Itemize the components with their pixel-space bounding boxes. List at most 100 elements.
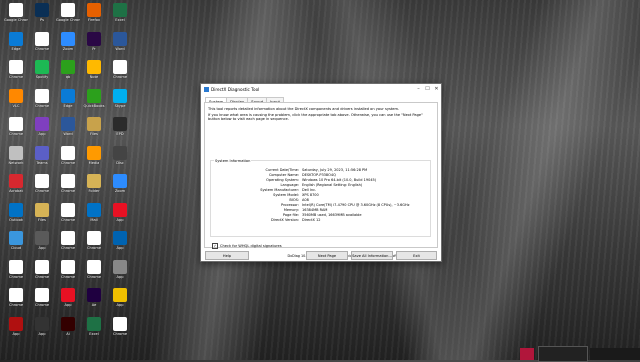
desktop-icon[interactable]: EPD [108,117,132,149]
app-icon [61,259,75,274]
desktop-icon[interactable]: Folder [82,174,106,206]
desktop-icon[interactable]: App [30,316,54,349]
app-icon [35,174,49,188]
desktop-icon[interactable]: Google Chrome [4,3,28,35]
desktop-icon[interactable]: Edge [4,31,28,64]
desktop-icon[interactable]: App [30,117,54,149]
desktop-icon[interactable]: Ps [30,3,54,35]
desktop-icon[interactable]: App [108,259,132,292]
desktop-icon[interactable]: Word [108,31,132,64]
desktop-icon-label: App [12,331,20,336]
desktop-icon[interactable]: Chrome [30,88,54,121]
app-icon [113,88,127,103]
info-value: DirectX 12 [302,218,321,222]
desktop-icon[interactable]: Excel [108,3,132,35]
info-key: DirectX Version: [270,218,299,222]
desktop-icon[interactable]: Chrome [56,145,80,178]
desktop-icon[interactable]: Word [56,117,80,149]
desktop-icon[interactable]: Ae [82,288,106,320]
desktop-icon[interactable]: Cloud [4,231,28,263]
app-icon [35,145,49,160]
desktop-icon-label: Chrome [8,132,24,136]
desktop-icon-label: Zoom [114,189,126,193]
minimize-button[interactable]: – [414,84,423,94]
app-icon [61,288,75,302]
desktop-icon[interactable]: Mail [82,202,106,235]
desktop-icon[interactable]: Skype [108,88,132,121]
close-button[interactable]: ✕ [432,84,441,94]
desktop-icon[interactable]: Media [82,145,106,178]
app-icon [113,316,127,331]
desktop-icon[interactable]: Chrome [108,316,132,349]
desktop-icon[interactable]: Files [30,202,54,235]
desktop-icon[interactable]: Chrome [30,174,54,206]
next-page-button[interactable]: Next Page [306,251,348,260]
app-icon [61,174,75,188]
desktop-icon-label: App [116,303,124,307]
desktop-icon[interactable]: Outlook [4,202,28,235]
desktop-icon[interactable]: App [4,316,28,349]
desktop-icon[interactable]: Chrome [4,60,28,92]
desktop-icon[interactable]: App [108,231,132,263]
app-icon [35,117,49,131]
whql-check[interactable]: ✓ Check for WHQL digital signatures [212,243,282,249]
desktop-icon[interactable]: Note [82,60,106,92]
desktop-icon[interactable]: QuickBooks [82,88,106,121]
desktop-icon[interactable]: VLC [4,88,28,121]
maximize-button[interactable]: ☐ [423,84,432,94]
desktop-icon[interactable]: Chrome [108,60,132,92]
desktop-icon[interactable]: App [56,288,80,320]
desktop-icon[interactable]: Chrome [30,31,54,64]
desktop-icon[interactable]: Chrome [56,231,80,263]
desktop-icon-label: Chrome [86,274,102,279]
desktop-icon-label: Files [90,132,98,136]
desktop-icon[interactable]: Google Chrome [56,3,80,35]
save-all-information-button[interactable]: Save All Information... [351,251,393,260]
desktop-icon[interactable]: Chrome [30,288,54,320]
desktop-icon[interactable]: Pr [82,31,106,64]
desktop-icon[interactable]: App [30,231,54,263]
desktop-icon[interactable]: Network [4,145,28,178]
app-icon [113,31,127,46]
tray-app-icon[interactable] [520,348,534,360]
app-icon [113,174,127,188]
desktop-icon[interactable]: Chrome [4,117,28,149]
desktop-icon[interactable]: Teams [30,145,54,178]
desktop-icon[interactable]: Chrome [56,202,80,235]
desktop-icon[interactable]: Zoom [56,31,80,64]
desktop-icon[interactable]: Spotify [30,60,54,92]
desktop-icon[interactable]: Files [82,117,106,149]
app-icon [9,202,23,217]
desktop-icon[interactable]: Acrobat [4,174,28,206]
app-icon [87,31,101,46]
desktop-icon[interactable]: Chrome [4,259,28,292]
desktop-icon[interactable]: Chrome [56,174,80,206]
desktop-icon[interactable]: Zoom [108,174,132,206]
help-button[interactable]: Help [205,251,249,260]
desktop-icon[interactable]: App [108,288,132,320]
app-icon [9,88,23,103]
title-bar[interactable]: DirectX Diagnostic Tool – ☐ ✕ [201,84,441,94]
desktop-icon[interactable]: App [108,202,132,235]
desktop-icon[interactable]: Chrome [82,259,106,292]
desktop-icon-label: Chrome [112,331,128,336]
desktop-icon[interactable]: Firefox [82,3,106,35]
desktop-icon[interactable]: Excel [82,316,106,349]
desktop-icon-label: Cloud [10,246,22,250]
desktop-icon[interactable]: Chrome [4,288,28,320]
desktop-icon[interactable]: Chrome [82,231,106,263]
app-icon [87,259,101,274]
app-icon [87,288,101,302]
desktop-icon-label: Chrome [60,246,76,250]
app-icon [61,316,75,331]
app-icon [113,202,127,217]
desktop-icon[interactable]: Ai [56,316,80,349]
exit-button[interactable]: Exit [396,251,437,260]
desktop-icon[interactable]: qb [56,60,80,92]
desktop-icon[interactable]: Chrome [30,259,54,292]
desktop-icon[interactable]: Chrome [56,259,80,292]
desktop-icon[interactable]: Disc [108,145,132,178]
desktop-icon[interactable]: Edge [56,88,80,121]
whql-checkbox[interactable]: ✓ [212,243,218,249]
app-icon [87,231,101,245]
